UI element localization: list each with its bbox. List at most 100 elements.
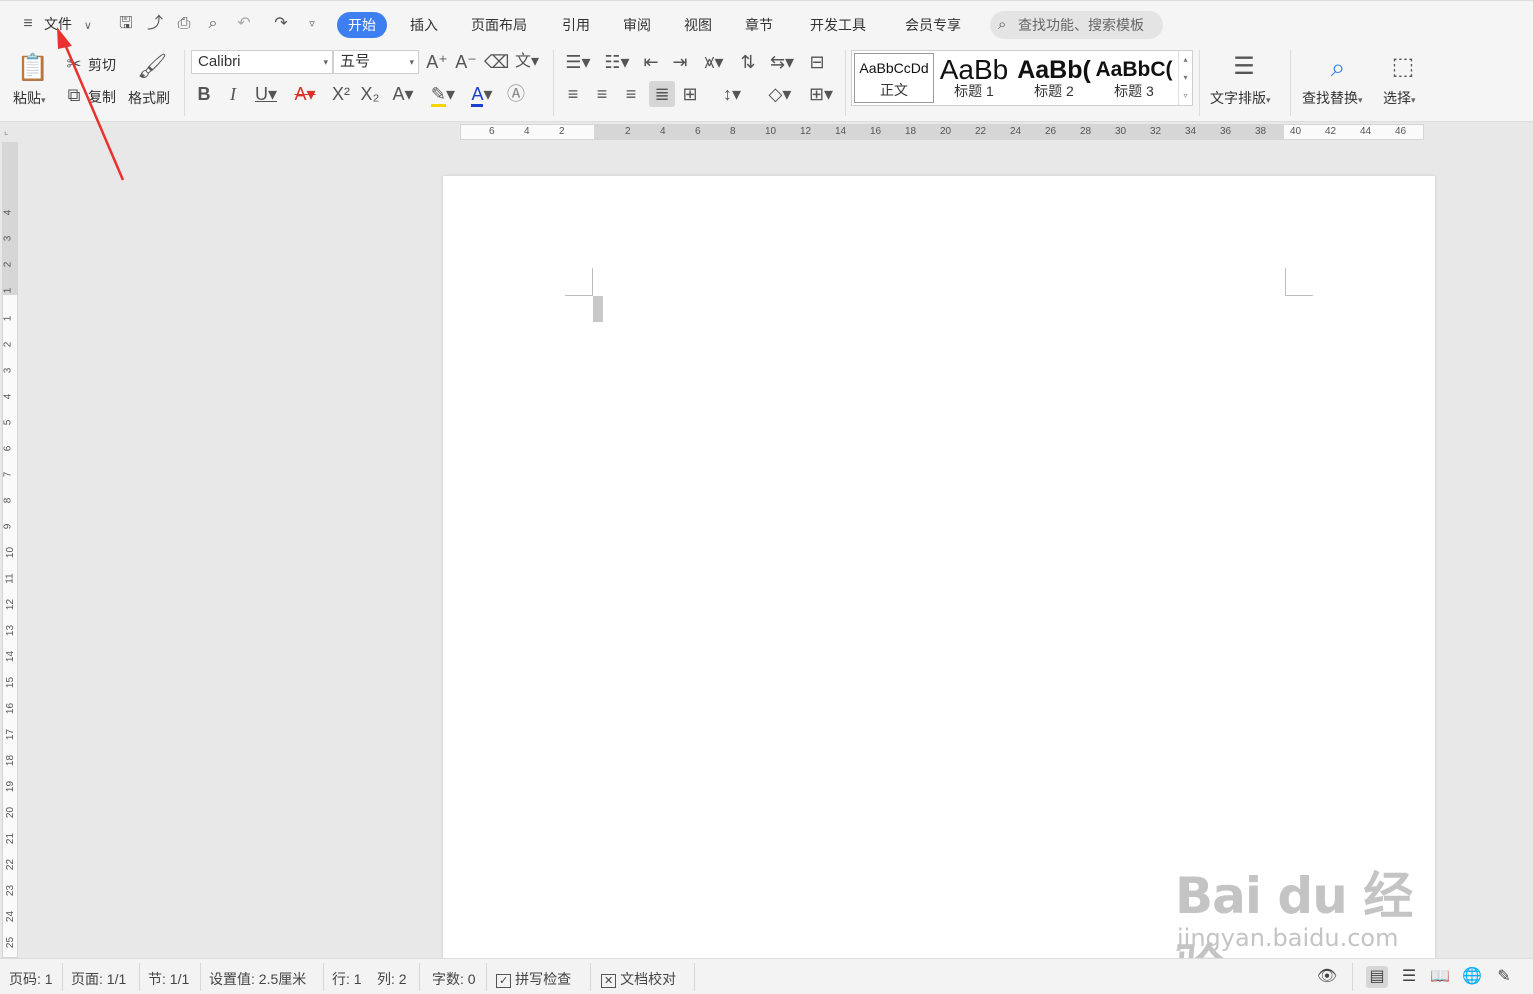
clear-format-icon[interactable]: ⌫	[484, 51, 509, 73]
subscript-icon[interactable]: X₂	[358, 83, 382, 105]
copy-button[interactable]: 复制	[88, 87, 116, 107]
grow-font-icon[interactable]: A⁺	[426, 51, 448, 73]
sort-icon[interactable]: ⇅	[737, 51, 759, 73]
customize-toolbar-icon[interactable]: ▿	[302, 14, 322, 34]
undo-icon[interactable]: ↶	[234, 14, 254, 34]
borders-icon[interactable]: ⊞▾	[805, 83, 837, 105]
print-icon[interactable]: ⎙	[174, 14, 194, 34]
bold-icon[interactable]: B	[194, 83, 214, 105]
ruler-tick-label: 20	[5, 806, 17, 819]
phonetic-guide-icon[interactable]: 文▾	[513, 51, 541, 73]
shrink-font-icon[interactable]: A⁻	[455, 51, 477, 73]
status-words[interactable]: 字数: 0	[432, 969, 476, 989]
text-effect-icon[interactable]: A▾	[387, 83, 419, 105]
increase-indent-icon[interactable]: ⇥	[669, 51, 691, 73]
eye-protection-icon[interactable]: 👁	[1316, 966, 1338, 988]
style-heading-1[interactable]: AaBb 标题 1	[934, 53, 1014, 103]
tab-section[interactable]: 章节	[734, 12, 784, 38]
redo-icon[interactable]: ↷	[271, 14, 291, 34]
find-replace-button[interactable]: 查找替换▾	[1302, 88, 1363, 108]
superscript-icon[interactable]: X²	[329, 83, 353, 105]
text-direction-icon[interactable]: ⇆▾	[766, 51, 798, 73]
text-layout-icon[interactable]: ☰	[1226, 50, 1262, 84]
tab-page-layout[interactable]: 页面布局	[460, 12, 538, 38]
status-divider	[323, 963, 324, 991]
cut-button[interactable]: 剪切	[88, 55, 116, 75]
ruler-tick-label: 2	[625, 126, 631, 137]
ruler-tick-label: 46	[1395, 126, 1407, 137]
justify-icon[interactable]: ≣	[649, 81, 675, 107]
save-icon[interactable]: 🖫	[116, 14, 136, 34]
align-left-icon[interactable]: ≡	[562, 83, 584, 105]
ruler-tick-label: 10	[5, 546, 17, 559]
font-name-select[interactable]: Calibri ▾	[191, 50, 333, 74]
tab-member[interactable]: 会员专享	[894, 12, 972, 38]
export-pdf-icon[interactable]: ⤴	[145, 14, 165, 34]
underline-icon[interactable]: U▾	[251, 83, 281, 105]
font-size-select[interactable]: 五号 ▾	[333, 50, 419, 74]
select-icon[interactable]: ⬚	[1386, 50, 1420, 84]
print-preview-icon[interactable]: ⌕	[203, 14, 223, 34]
chinese-layout-icon[interactable]: ⩙▾	[698, 51, 730, 73]
italic-icon[interactable]: I	[223, 83, 243, 105]
character-border-icon[interactable]: Ⓐ	[505, 83, 527, 105]
decrease-indent-icon[interactable]: ⇤	[640, 51, 662, 73]
vertical-ruler[interactable]: 4 3 2 1 1 2 3 4 5 6 7 8 9 10 11 12 13 14 15 16 17 18 19 20 21 22 2…	[0, 142, 20, 958]
format-painter-button[interactable]: 格式刷	[128, 88, 170, 108]
hamburger-menu-icon[interactable]: ≡	[18, 14, 38, 34]
web-view-icon[interactable]: 🌐	[1461, 966, 1483, 988]
copy-icon[interactable]: ⧉	[64, 84, 84, 106]
ruler-tick-label: 5	[2, 419, 14, 426]
select-button[interactable]: 选择▾	[1383, 88, 1416, 108]
baidu-jingyan-watermark: Bai du 经验 jingyan.baidu.com	[1175, 836, 1455, 994]
status-setting[interactable]: 设置值: 2.5厘米	[209, 969, 306, 989]
status-section[interactable]: 节: 1/1	[148, 969, 189, 989]
ruler-tick-label: 26	[1045, 126, 1057, 137]
proofread-button[interactable]: ✕ 文档校对	[601, 969, 676, 989]
text-layout-button[interactable]: 文字排版▾	[1210, 88, 1271, 108]
tab-review[interactable]: 审阅	[612, 12, 662, 38]
bullet-list-icon[interactable]: ☰▾	[562, 51, 594, 73]
style-normal[interactable]: AaBbCcDd 正文	[854, 53, 934, 103]
font-color-icon[interactable]: A▾	[466, 83, 498, 107]
style-label: 正文	[880, 82, 908, 98]
style-heading-3[interactable]: AaBbC( 标题 3	[1094, 53, 1174, 103]
status-row[interactable]: 行: 1	[332, 969, 362, 989]
numbered-list-icon[interactable]: ☷▾	[601, 51, 633, 73]
tab-view[interactable]: 视图	[673, 12, 723, 38]
scissors-icon[interactable]: ✂	[64, 53, 84, 75]
reading-view-icon[interactable]: 📖	[1429, 966, 1451, 988]
ruler-strip: 4 3 2 1 1 2 3 4 5 6 7 8 9 10 11 12 13 14 15 16 17 18 19 20 21 22 2…	[2, 142, 18, 958]
page-view-icon[interactable]: ▤	[1366, 966, 1388, 988]
ruler-tick-label: 25	[5, 936, 17, 949]
format-painter-icon[interactable]: 🖌	[137, 50, 167, 84]
horizontal-ruler[interactable]: ⌞ 6 4 2 2 4 6 8 10 12 14 16 18 20 22 24 26 28 30 32 34 36 38 4…	[0, 122, 1533, 142]
tab-stop-selector[interactable]: ⌞	[4, 126, 8, 137]
align-right-icon[interactable]: ≡	[620, 83, 642, 105]
status-pages[interactable]: 页面: 1/1	[71, 969, 126, 989]
align-center-icon[interactable]: ≡	[591, 83, 613, 105]
tab-developer[interactable]: 开发工具	[799, 12, 877, 38]
tab-home[interactable]: 开始	[337, 12, 387, 38]
file-menu[interactable]: 文件 ∨	[44, 11, 92, 37]
style-gallery-scroll[interactable]: ▴ ▾ ▿	[1178, 51, 1192, 105]
style-heading-2[interactable]: AaBb( 标题 2	[1014, 53, 1094, 103]
shading-icon[interactable]: ◇▾	[764, 83, 796, 105]
show-paragraph-marks-icon[interactable]: ⊟	[805, 51, 829, 73]
line-spacing-icon[interactable]: ↕▾	[716, 83, 748, 105]
paste-button[interactable]: 粘贴▾	[13, 88, 46, 108]
distributed-align-icon[interactable]: ⊞	[679, 83, 701, 105]
find-replace-icon[interactable]: ⌕	[1320, 50, 1356, 84]
status-page[interactable]: 页码: 1	[9, 969, 53, 989]
status-col[interactable]: 列: 2	[377, 969, 407, 989]
writing-mode-icon[interactable]: ✎	[1493, 966, 1515, 988]
strikethrough-icon[interactable]: A▾	[290, 83, 320, 105]
search-input[interactable]: ⌕ 查找功能、搜索模板	[990, 11, 1163, 39]
paste-icon[interactable]: 📋	[16, 50, 50, 84]
tab-references[interactable]: 引用	[551, 12, 601, 38]
tab-insert[interactable]: 插入	[399, 12, 449, 38]
outline-view-icon[interactable]: ☰	[1398, 966, 1420, 988]
ruler-tick-label: 24	[5, 910, 17, 923]
highlight-icon[interactable]: ✎▾	[426, 83, 460, 107]
spell-check-button[interactable]: ✓ 拼写检查	[496, 969, 571, 989]
